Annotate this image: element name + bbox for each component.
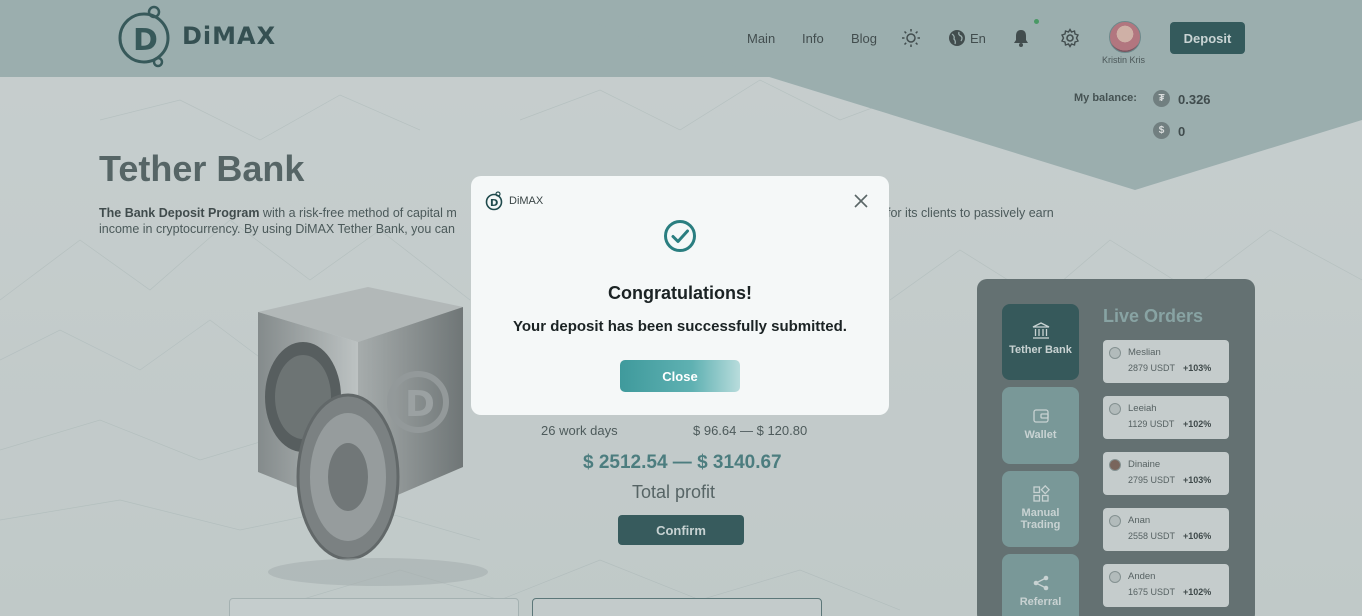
- modal-brand: D DiMAX: [484, 191, 543, 211]
- check-circle-icon: [664, 220, 696, 252]
- modal-brand-text: DiMAX: [509, 195, 544, 207]
- close-button[interactable]: Close: [620, 360, 740, 392]
- success-modal: D DiMAX Congratulations! Your deposit ha…: [471, 176, 889, 415]
- svg-text:D: D: [490, 198, 498, 209]
- close-icon[interactable]: [852, 192, 870, 210]
- logo-icon: D: [485, 191, 503, 211]
- modal-title: Congratulations!: [608, 283, 752, 303]
- modal-message: Your deposit has been successfully submi…: [513, 318, 847, 335]
